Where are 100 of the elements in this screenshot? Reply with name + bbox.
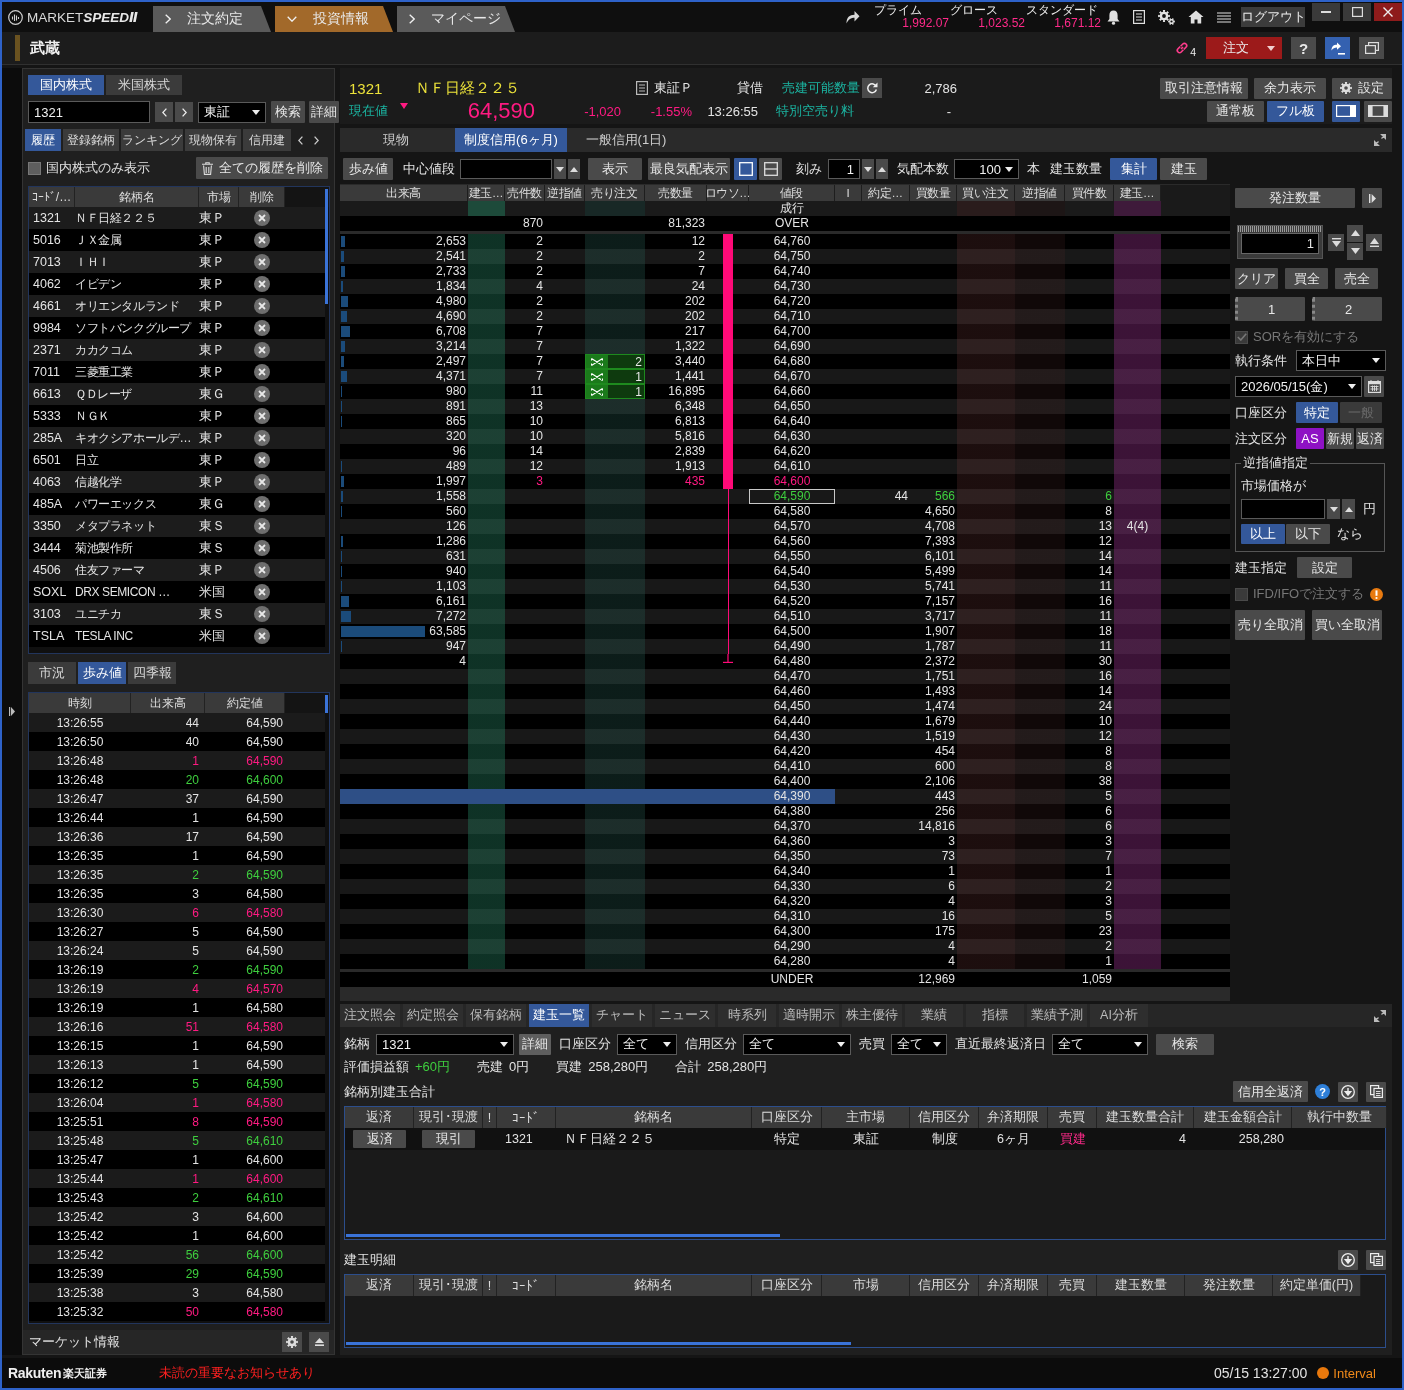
order-type-button[interactable]: 返済 — [1356, 428, 1384, 449]
history-row[interactable]: 4661 オリエンタルランド 東Ｐ — [29, 295, 325, 317]
menu-icon[interactable] — [1217, 11, 1231, 23]
download-button[interactable] — [1338, 1081, 1358, 1102]
board-row[interactable]: 947 64,490 1,787 11 — [340, 639, 1230, 654]
search-button[interactable]: 検索 — [271, 101, 305, 123]
remove-icon[interactable] — [254, 408, 270, 424]
history-row[interactable]: 6501 日立 東Ｐ — [29, 449, 325, 471]
column-header[interactable]: ｺｰﾄﾞ — [497, 1275, 556, 1296]
panel-tab[interactable]: 保有銘柄 — [466, 1004, 526, 1027]
column-header[interactable]: 約定… — [862, 185, 910, 201]
account-type-button[interactable]: 特定 — [1296, 402, 1338, 423]
view-button[interactable] — [759, 158, 782, 180]
board-row[interactable]: 7,272 64,510 3,717 11 — [340, 609, 1230, 624]
history-row[interactable]: 9984 ソフトバンクグループ 東Ｐ — [29, 317, 325, 339]
list-tab[interactable]: 履歴 — [25, 129, 61, 151]
board-row[interactable]: 1,997 3 435 64,600 — [340, 474, 1230, 489]
column-header[interactable]: ｺｰﾄﾞ/… — [29, 187, 75, 207]
board-row[interactable]: 126 64,570 4,708 13 4(4) — [340, 519, 1230, 534]
column-header[interactable]: 返済 — [345, 1107, 414, 1128]
column-header[interactable]: 信用区分 — [910, 1107, 979, 1128]
history-row[interactable]: 5016 ＪＸ金属 東Ｐ — [29, 229, 325, 251]
column-header[interactable]: 執行中数量 — [1292, 1107, 1387, 1128]
panel-tab[interactable]: AI分析 — [1090, 1004, 1148, 1027]
settle-button[interactable]: 返済 — [353, 1130, 406, 1148]
remove-icon[interactable] — [254, 430, 270, 446]
panel-tab[interactable]: 業績 — [905, 1004, 963, 1027]
sell-order-button[interactable]: 1 — [585, 384, 645, 399]
copy-button[interactable] — [1366, 1249, 1386, 1270]
board-row[interactable]: 64,470 1,751 16 — [340, 669, 1230, 684]
position-settings-button[interactable]: 設定 — [1297, 557, 1352, 578]
board-row[interactable]: 64,430 1,519 12 — [340, 729, 1230, 744]
column-header[interactable]: ロウソ… — [707, 185, 749, 201]
remove-icon[interactable] — [254, 386, 270, 402]
board-row[interactable]: 560 64,580 4,650 8 — [340, 504, 1230, 519]
remove-icon[interactable] — [254, 562, 270, 578]
order-quantity-header[interactable]: 発注数量 — [1235, 188, 1355, 208]
board-row[interactable]: 64,440 1,679 10 — [340, 714, 1230, 729]
remove-icon[interactable] — [254, 254, 270, 270]
previous-button[interactable] — [155, 102, 173, 122]
column-header[interactable]: ! — [483, 1107, 497, 1128]
quick-quantity-button[interactable]: 売全 — [1335, 268, 1378, 289]
next-button[interactable] — [175, 102, 193, 122]
board-row[interactable]: 631 64,550 6,101 14 — [340, 549, 1230, 564]
history-row[interactable]: 7011 三菱重工業 東Ｐ — [29, 361, 325, 383]
panel-tab[interactable]: 指標 — [966, 1004, 1024, 1027]
quick-quantity-button[interactable]: 買全 — [1285, 268, 1328, 289]
sell-order-button[interactable]: 1 — [585, 369, 645, 384]
panel-tab[interactable]: チャート — [592, 1004, 652, 1027]
column-header[interactable]: 約定単価(円) — [1273, 1275, 1361, 1296]
column-header[interactable]: 返済 — [345, 1275, 414, 1296]
scrollbar[interactable] — [325, 189, 328, 304]
market-tab[interactable]: 国内株式 — [28, 75, 104, 95]
board-row[interactable]: 64,290 4 2 — [340, 939, 1230, 954]
remove-icon[interactable] — [254, 210, 270, 226]
panel-tab[interactable]: 適時開示 — [779, 1004, 839, 1027]
copy-button[interactable] — [1366, 1081, 1386, 1102]
sell-order-button[interactable]: 2 — [585, 354, 645, 369]
best-quote-button[interactable]: 最良気配表示 — [648, 158, 730, 180]
depth-select[interactable]: 100 — [954, 159, 1019, 179]
minimize-button[interactable] — [1312, 3, 1340, 21]
column-header[interactable]: ! — [483, 1275, 497, 1296]
history-row[interactable]: 5333 ＮＧＫ 東Ｐ — [29, 405, 325, 427]
column-header[interactable]: 銘柄名 — [556, 1107, 752, 1128]
preset-quantity-button[interactable]: 1 — [1235, 297, 1305, 321]
history-row[interactable]: SOXL DRX SEMICON … 米国 — [29, 581, 325, 603]
bell-icon[interactable] — [1107, 9, 1120, 25]
remove-icon[interactable] — [254, 276, 270, 292]
board-row[interactable]: 2,653 2 12 64,760 — [340, 234, 1230, 249]
filter-select[interactable]: 全て — [891, 1033, 947, 1055]
collapse-panel-button[interactable] — [1362, 188, 1382, 208]
column-header[interactable]: 銘柄名 — [75, 187, 199, 207]
increment-button[interactable] — [568, 159, 580, 179]
board-row[interactable]: 6,161 64,520 7,157 16 — [340, 594, 1230, 609]
column-header[interactable]: 売買 — [1048, 1275, 1097, 1296]
board-tab[interactable]: 制度信用(6ヶ月) — [455, 128, 567, 152]
quote-button[interactable]: 設定 — [1332, 77, 1392, 99]
history-row[interactable]: 7013 ＩＨＩ 東Ｐ — [29, 251, 325, 273]
history-row[interactable]: 2371 カカクコム 東Ｐ — [29, 339, 325, 361]
nav-tab[interactable]: 注文約定 — [153, 6, 271, 32]
layout-button[interactable] — [1332, 100, 1360, 122]
column-header[interactable]: 口座区分 — [752, 1107, 822, 1128]
column-header[interactable]: 出来高 — [131, 693, 205, 713]
board-row[interactable]: 1,558 64,590 44 566 6 — [340, 489, 1230, 504]
remove-icon[interactable] — [254, 342, 270, 358]
search-button[interactable]: 検索 — [1156, 1033, 1214, 1055]
column-header[interactable]: 値段 — [749, 185, 835, 201]
board-row[interactable]: 2,733 2 7 64,740 — [340, 264, 1230, 279]
column-header[interactable]: 出来高 — [340, 185, 468, 201]
history-row[interactable]: 3444 菊池製作所 東Ｓ — [29, 537, 325, 559]
column-header[interactable]: ｺｰﾄﾞ — [497, 1107, 556, 1128]
trigger-condition-button[interactable]: 以下 — [1286, 524, 1330, 544]
view-button[interactable] — [734, 158, 757, 180]
panel-tab[interactable]: 注文照会 — [340, 1004, 400, 1027]
remove-icon[interactable] — [254, 232, 270, 248]
preset-quantity-button[interactable]: 2 — [1312, 297, 1382, 321]
board-row[interactable]: 64,420 454 8 — [340, 744, 1230, 759]
link-icon[interactable] — [1175, 41, 1190, 55]
quote-button[interactable]: 余力表示 — [1254, 77, 1326, 99]
board-row[interactable]: 4,690 2 202 64,710 — [340, 309, 1230, 324]
